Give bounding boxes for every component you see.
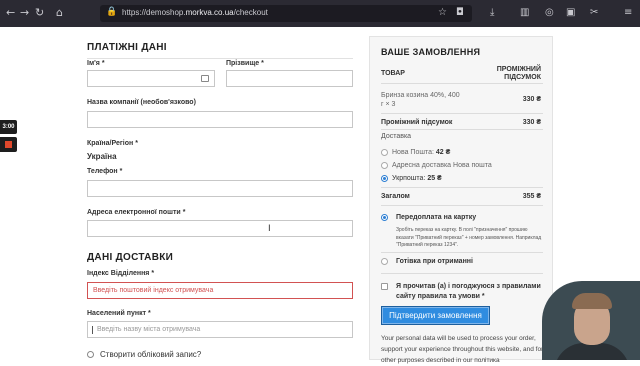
phone-label: Телефон * bbox=[87, 168, 123, 175]
delivery-address-radio[interactable] bbox=[381, 162, 388, 169]
pocket-icon[interactable]: ◘ bbox=[456, 7, 464, 18]
delivery-ukrposhta-label[interactable]: Укрпошта: 25 ₴ bbox=[392, 175, 442, 182]
postcode-input[interactable]: Введіть поштовий індекс отримувача bbox=[87, 282, 353, 299]
screenshot-icon[interactable]: ✂ bbox=[590, 7, 598, 18]
first-name-label: Ім'я * bbox=[87, 60, 105, 67]
create-account-row[interactable]: Створити обліковий запис? bbox=[87, 350, 201, 359]
last-name-label: Прізвище * bbox=[226, 60, 264, 67]
terms-label[interactable]: Я прочитав (а) і погоджуюся з правилами с… bbox=[396, 282, 541, 302]
phone-input[interactable] bbox=[87, 180, 353, 197]
terms-checkbox[interactable] bbox=[381, 283, 388, 290]
delivery-ukrposhta-radio[interactable] bbox=[381, 175, 388, 182]
payment-card-note: Зробіть переказ на картку. В полі "призн… bbox=[396, 227, 542, 248]
webcam-person-shirt bbox=[554, 343, 630, 360]
city-input[interactable]: Введіть назву міста отримувача bbox=[87, 321, 353, 338]
first-name-input[interactable] bbox=[87, 70, 215, 87]
total-label: Загалом bbox=[381, 193, 410, 200]
divider bbox=[381, 83, 543, 84]
country-label: Країна/Регіон * bbox=[87, 140, 138, 147]
stop-icon bbox=[5, 141, 12, 148]
confirm-order-button[interactable]: Підтвердити замовлення bbox=[381, 306, 490, 325]
text-cursor-icon: I bbox=[268, 224, 271, 234]
extension-icon[interactable]: ▣ bbox=[566, 7, 575, 18]
email-input[interactable] bbox=[87, 220, 353, 237]
url-text: https://demoshop.morkva.co.ua/checkout bbox=[122, 8, 268, 17]
webcam-overlay bbox=[542, 281, 640, 360]
forward-icon[interactable]: → bbox=[20, 6, 29, 20]
privacy-text: Your personal data will be used to proce… bbox=[381, 335, 544, 364]
company-input[interactable] bbox=[87, 111, 353, 128]
divider bbox=[381, 273, 543, 274]
cart-item-price: 330 ₴ bbox=[522, 96, 541, 103]
recording-timer: 3:00 bbox=[0, 120, 17, 134]
webcam-person-hair bbox=[572, 293, 612, 309]
create-account-checkbox[interactable] bbox=[87, 351, 94, 358]
postcode-label: Індекс Відділення * bbox=[87, 270, 155, 277]
subtotal-column-header: ПРОМІЖНИЙ ПІДСУМОК bbox=[496, 66, 541, 81]
country-value: Україна bbox=[87, 152, 117, 161]
last-name-input[interactable] bbox=[226, 70, 353, 87]
library-icon[interactable]: ▥ bbox=[520, 7, 529, 18]
city-label: Населений пункт * bbox=[87, 310, 151, 317]
company-label: Назва компанії (необов'язково) bbox=[87, 99, 196, 106]
product-column-header: ТОВАР bbox=[381, 70, 405, 77]
delivery-nova-poshta-label[interactable]: Нова Пошта: 42 ₴ bbox=[392, 149, 450, 156]
delivery-nova-poshta-radio[interactable] bbox=[381, 149, 388, 156]
back-icon[interactable]: ← bbox=[6, 6, 15, 20]
divider bbox=[87, 58, 353, 59]
shipping-title: ДАНІ ДОСТАВКИ bbox=[87, 252, 174, 263]
payment-cod-radio[interactable] bbox=[381, 258, 388, 265]
divider bbox=[381, 205, 543, 206]
browser-toolbar: ← → ↻ ⌂ 🔒 https://demoshop.morkva.co.ua/… bbox=[0, 0, 640, 27]
total-value: 355 ₴ bbox=[522, 193, 541, 200]
delivery-address-label[interactable]: Адресна доставка Нова пошта bbox=[392, 162, 492, 169]
divider bbox=[381, 113, 543, 114]
reload-icon[interactable]: ↻ bbox=[35, 6, 44, 20]
email-label: Адреса електронної пошти * bbox=[87, 209, 186, 216]
payment-card-label[interactable]: Передоплата на картку bbox=[396, 214, 476, 221]
autofill-icon[interactable] bbox=[201, 75, 209, 82]
payment-cod-label[interactable]: Готівка при отриманні bbox=[396, 258, 473, 265]
address-bar[interactable]: 🔒 https://demoshop.morkva.co.ua/checkout bbox=[100, 5, 472, 22]
stop-recording-button[interactable] bbox=[0, 137, 17, 152]
order-summary-panel: ВАШЕ ЗАМОВЛЕННЯ ТОВАР ПРОМІЖНИЙ ПІДСУМОК … bbox=[369, 36, 553, 364]
subtotal-label: Проміжний підсумок bbox=[381, 119, 453, 126]
menu-icon[interactable]: ≡ bbox=[624, 7, 632, 18]
bookmark-star-icon[interactable]: ☆ bbox=[438, 7, 447, 18]
order-title: ВАШЕ ЗАМОВЛЕННЯ bbox=[381, 47, 481, 57]
billing-title: ПЛАТІЖНІ ДАНІ bbox=[87, 42, 167, 53]
download-icon[interactable]: ⤓ bbox=[490, 7, 494, 18]
divider bbox=[381, 129, 543, 130]
divider bbox=[381, 252, 543, 253]
delivery-label: Доставка bbox=[381, 133, 412, 140]
subtotal-value: 330 ₴ bbox=[522, 119, 541, 126]
cart-item-name: Бринза козина 40%, 400 г × 3 bbox=[381, 92, 460, 108]
account-icon[interactable]: ◎ bbox=[545, 7, 554, 18]
payment-card-radio[interactable] bbox=[381, 214, 388, 221]
lock-icon: 🔒 bbox=[106, 7, 118, 17]
divider bbox=[381, 187, 543, 188]
home-icon[interactable]: ⌂ bbox=[56, 6, 63, 20]
